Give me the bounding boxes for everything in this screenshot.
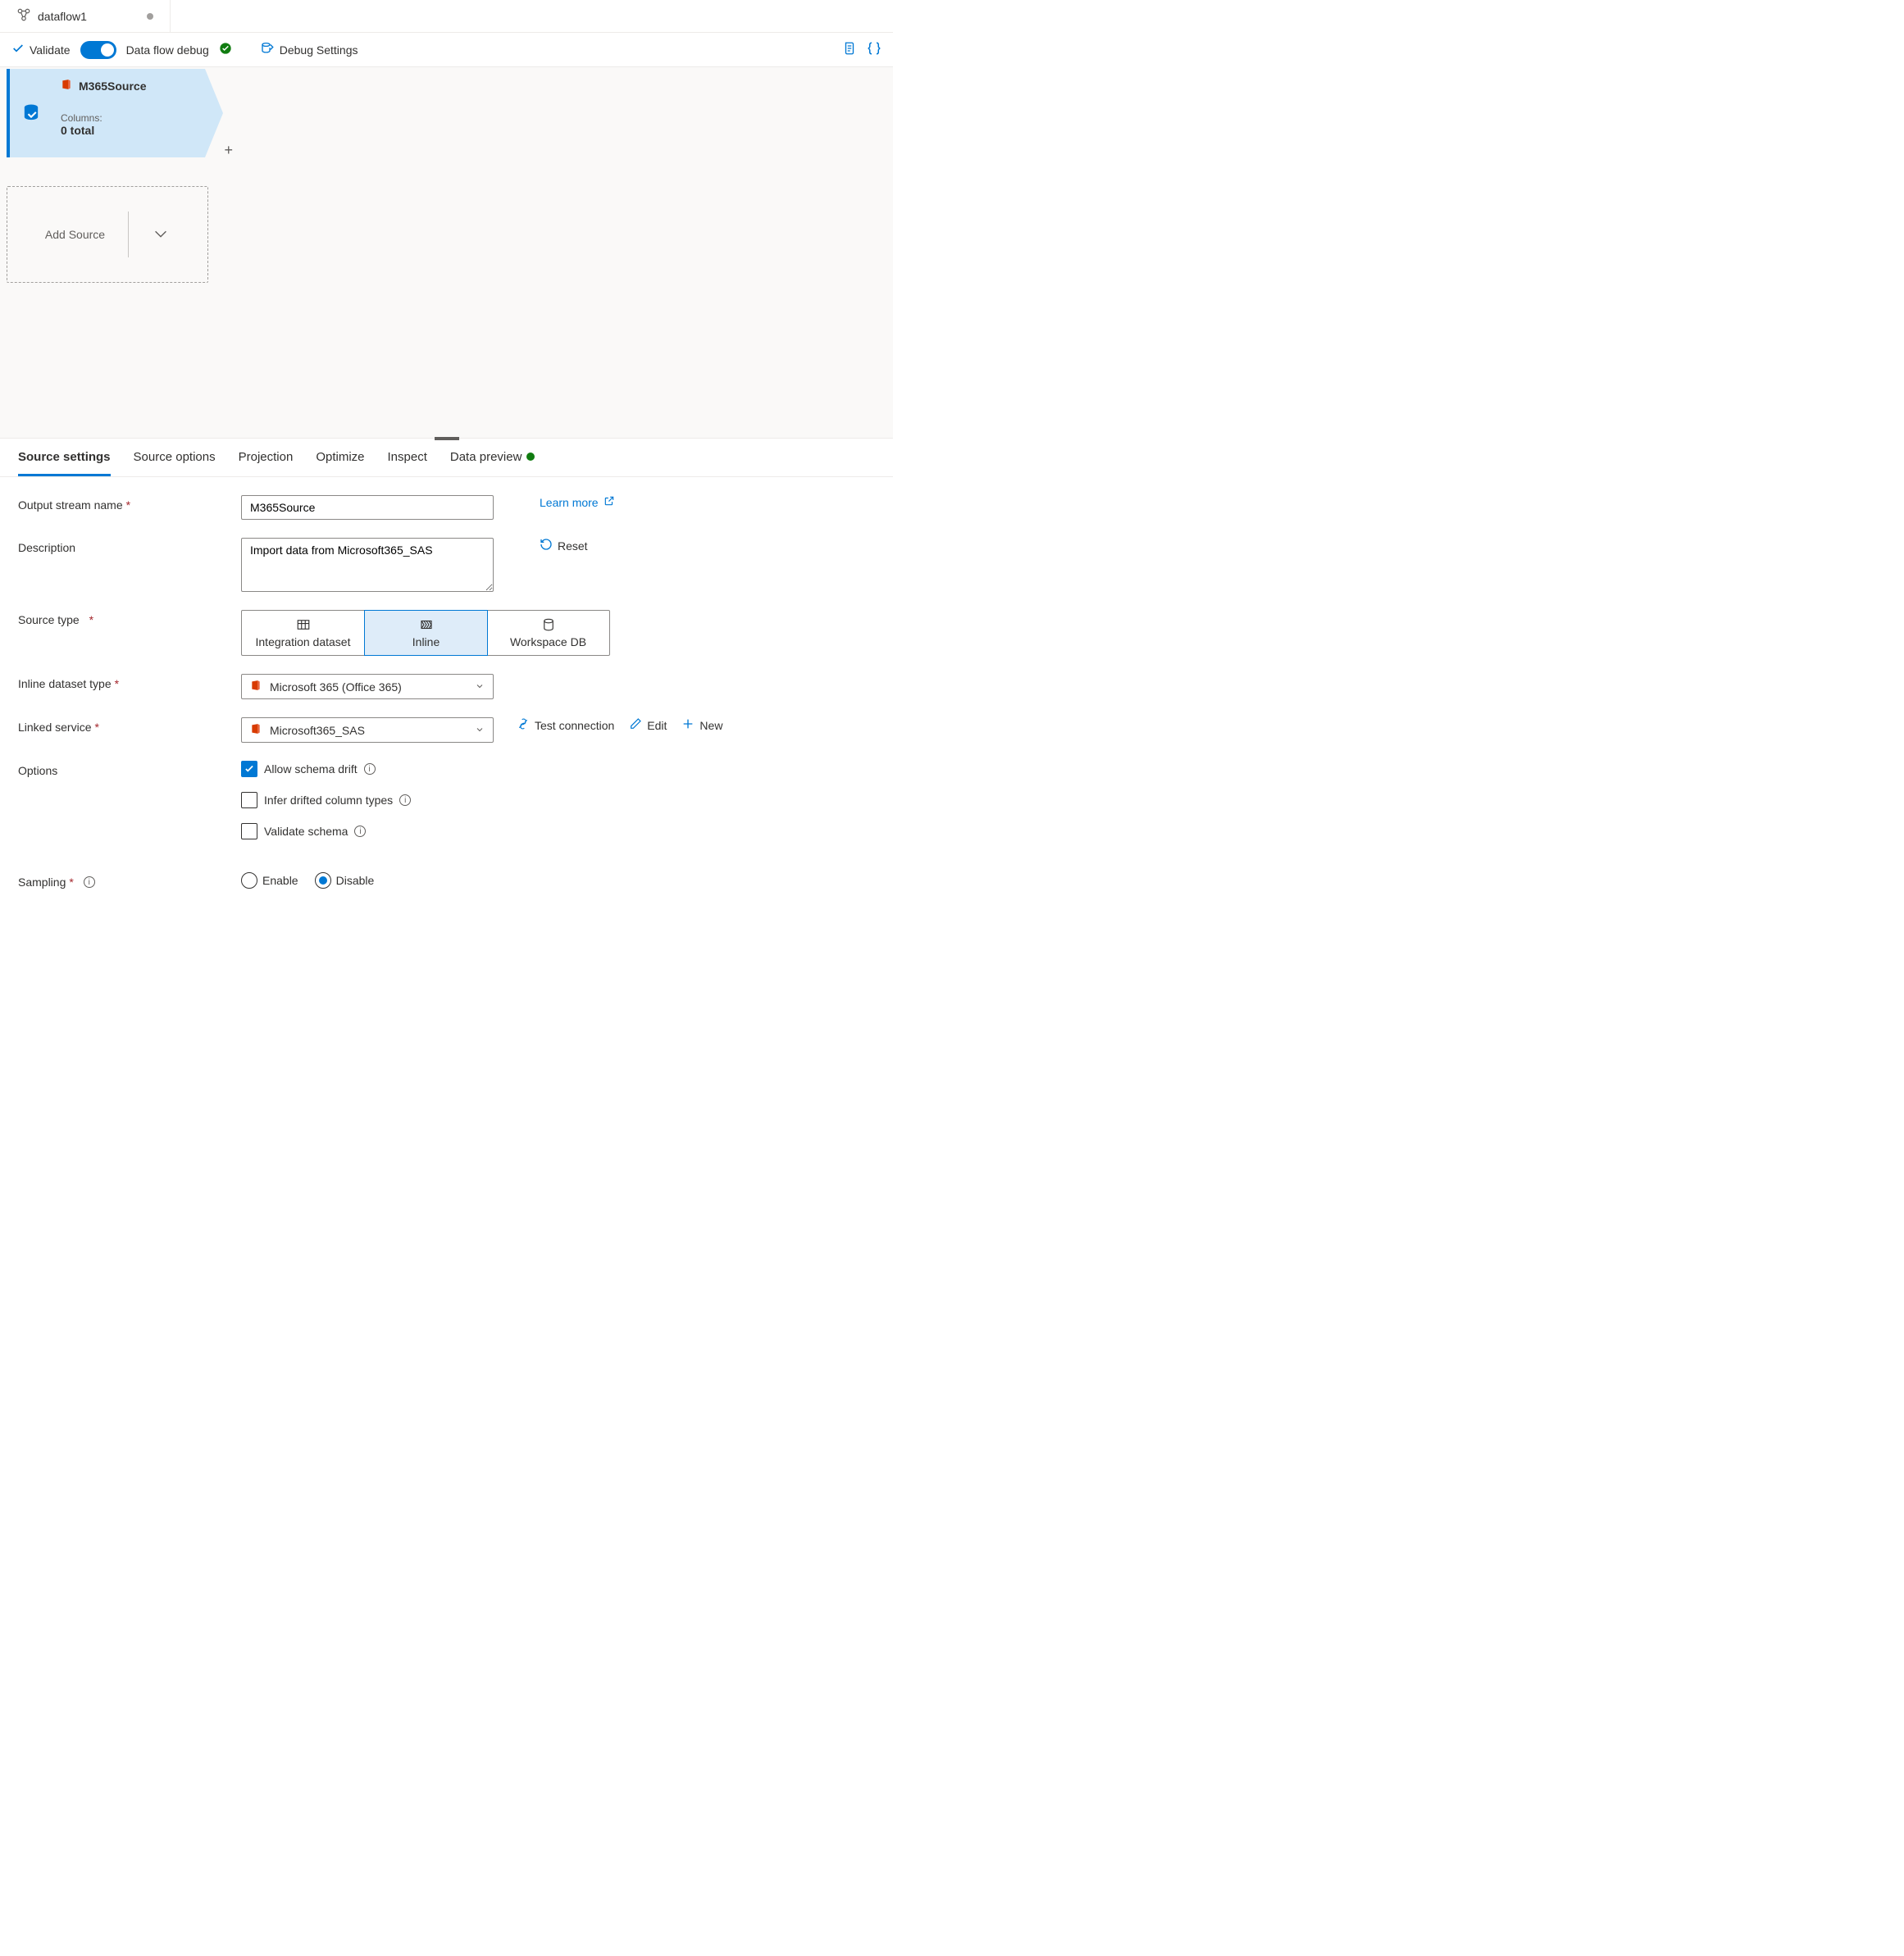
info-icon[interactable]: i <box>399 794 411 806</box>
allow-drift-checkbox[interactable] <box>241 761 257 777</box>
info-icon[interactable]: i <box>354 826 366 837</box>
reset-label: Reset <box>558 539 588 553</box>
integration-label: Integration dataset <box>245 635 361 648</box>
tab-projection[interactable]: Projection <box>239 450 294 476</box>
inline-type-value: Microsoft 365 (Office 365) <box>270 680 402 694</box>
tab-source-options[interactable]: Source options <box>134 450 216 476</box>
debug-settings-icon <box>260 41 275 58</box>
infer-drifted-label: Infer drifted column types <box>264 794 393 807</box>
debug-toggle[interactable] <box>80 41 116 59</box>
validate-schema-checkbox[interactable] <box>241 823 257 839</box>
add-step-icon[interactable]: + <box>224 142 233 159</box>
test-connection-label: Test connection <box>535 719 614 732</box>
options-label: Options <box>18 764 57 777</box>
info-icon[interactable]: i <box>84 876 95 888</box>
dirty-indicator <box>147 13 153 20</box>
tab-dataflow1[interactable]: dataflow1 <box>0 0 171 32</box>
output-stream-label: Output stream name <box>18 498 123 512</box>
panel-tabs: Source settings Source options Projectio… <box>0 439 893 477</box>
sampling-enable-radio[interactable] <box>241 872 257 889</box>
toolbar: Validate Data flow debug Debug Settings <box>0 33 893 67</box>
m365-icon <box>250 723 262 737</box>
tab-bar: dataflow1 <box>0 0 893 33</box>
add-source-button[interactable]: Add Source <box>7 186 208 283</box>
node-name: M365Source <box>79 80 146 93</box>
dataflow-icon <box>16 7 31 25</box>
enable-label: Enable <box>262 874 298 887</box>
success-icon <box>219 42 232 57</box>
output-stream-input[interactable] <box>241 495 494 520</box>
tab-source-settings[interactable]: Source settings <box>18 450 111 476</box>
debug-label: Data flow debug <box>126 43 209 57</box>
node-type-icon <box>10 69 52 157</box>
tab-inspect[interactable]: Inspect <box>388 450 427 476</box>
description-input[interactable] <box>241 538 494 592</box>
columns-label: Columns: <box>61 112 146 124</box>
linked-service-select[interactable]: Microsoft365_SAS <box>241 717 494 743</box>
add-source-label: Add Source <box>45 228 105 241</box>
learn-more-link[interactable]: Learn more <box>540 495 615 509</box>
external-link-icon <box>604 495 615 509</box>
chevron-down-icon[interactable] <box>152 225 170 245</box>
validate-label: Validate <box>30 43 71 57</box>
new-label: New <box>699 719 722 732</box>
columns-count: 0 total <box>61 124 146 137</box>
disable-label: Disable <box>336 874 375 887</box>
canvas[interactable]: M365Source Columns: 0 total + Add Source <box>0 67 893 439</box>
chevron-down-icon <box>475 680 485 694</box>
source-type-label: Source type <box>18 613 80 626</box>
braces-icon[interactable] <box>867 41 881 58</box>
validate-button[interactable]: Validate <box>11 42 71 57</box>
allow-drift-label: Allow schema drift <box>264 762 358 776</box>
inline-type-label: Inline dataset type <box>18 677 112 690</box>
learn-more-label: Learn more <box>540 496 599 509</box>
chevron-down-icon <box>475 724 485 737</box>
source-type-selector: Integration dataset Inline Workspace DB <box>241 610 610 656</box>
linked-service-label: Linked service <box>18 721 92 734</box>
tab-data-preview[interactable]: Data preview <box>450 450 535 476</box>
m365-icon <box>61 79 72 93</box>
check-icon <box>11 42 25 57</box>
script-icon[interactable] <box>842 41 857 58</box>
settings-form: Output stream name * Learn more Descript… <box>0 477 893 925</box>
debug-settings-button[interactable]: Debug Settings <box>260 41 358 58</box>
infer-drifted-checkbox[interactable] <box>241 792 257 808</box>
plus-icon <box>681 717 695 733</box>
source-node[interactable]: M365Source Columns: 0 total + <box>7 69 886 157</box>
source-type-integration[interactable]: Integration dataset <box>242 611 365 655</box>
inline-type-select[interactable]: Microsoft 365 (Office 365) <box>241 674 494 699</box>
test-connection-button[interactable]: Test connection <box>517 717 614 733</box>
sampling-label: Sampling <box>18 876 66 889</box>
inline-label: Inline <box>368 635 484 648</box>
edit-button[interactable]: Edit <box>629 717 667 733</box>
status-dot-icon <box>526 453 535 461</box>
tab-optimize[interactable]: Optimize <box>316 450 364 476</box>
description-label: Description <box>18 541 75 554</box>
connection-icon <box>517 717 530 733</box>
m365-icon <box>250 680 262 694</box>
info-icon[interactable]: i <box>364 763 376 775</box>
workspace-label: Workspace DB <box>490 635 606 648</box>
edit-label: Edit <box>647 719 667 732</box>
tab-title: dataflow1 <box>38 10 87 23</box>
validate-schema-label: Validate schema <box>264 825 348 838</box>
edit-icon <box>629 717 642 733</box>
reset-icon <box>540 538 553 553</box>
debug-settings-label: Debug Settings <box>280 43 358 57</box>
data-preview-label: Data preview <box>450 450 522 464</box>
new-button[interactable]: New <box>681 717 722 733</box>
sampling-disable-radio[interactable] <box>315 872 331 889</box>
panel-resize-handle[interactable] <box>435 437 459 440</box>
reset-button[interactable]: Reset <box>540 538 588 553</box>
source-type-inline[interactable]: Inline <box>364 610 488 656</box>
linked-service-value: Microsoft365_SAS <box>270 724 365 737</box>
source-type-workspace[interactable]: Workspace DB <box>487 611 609 655</box>
